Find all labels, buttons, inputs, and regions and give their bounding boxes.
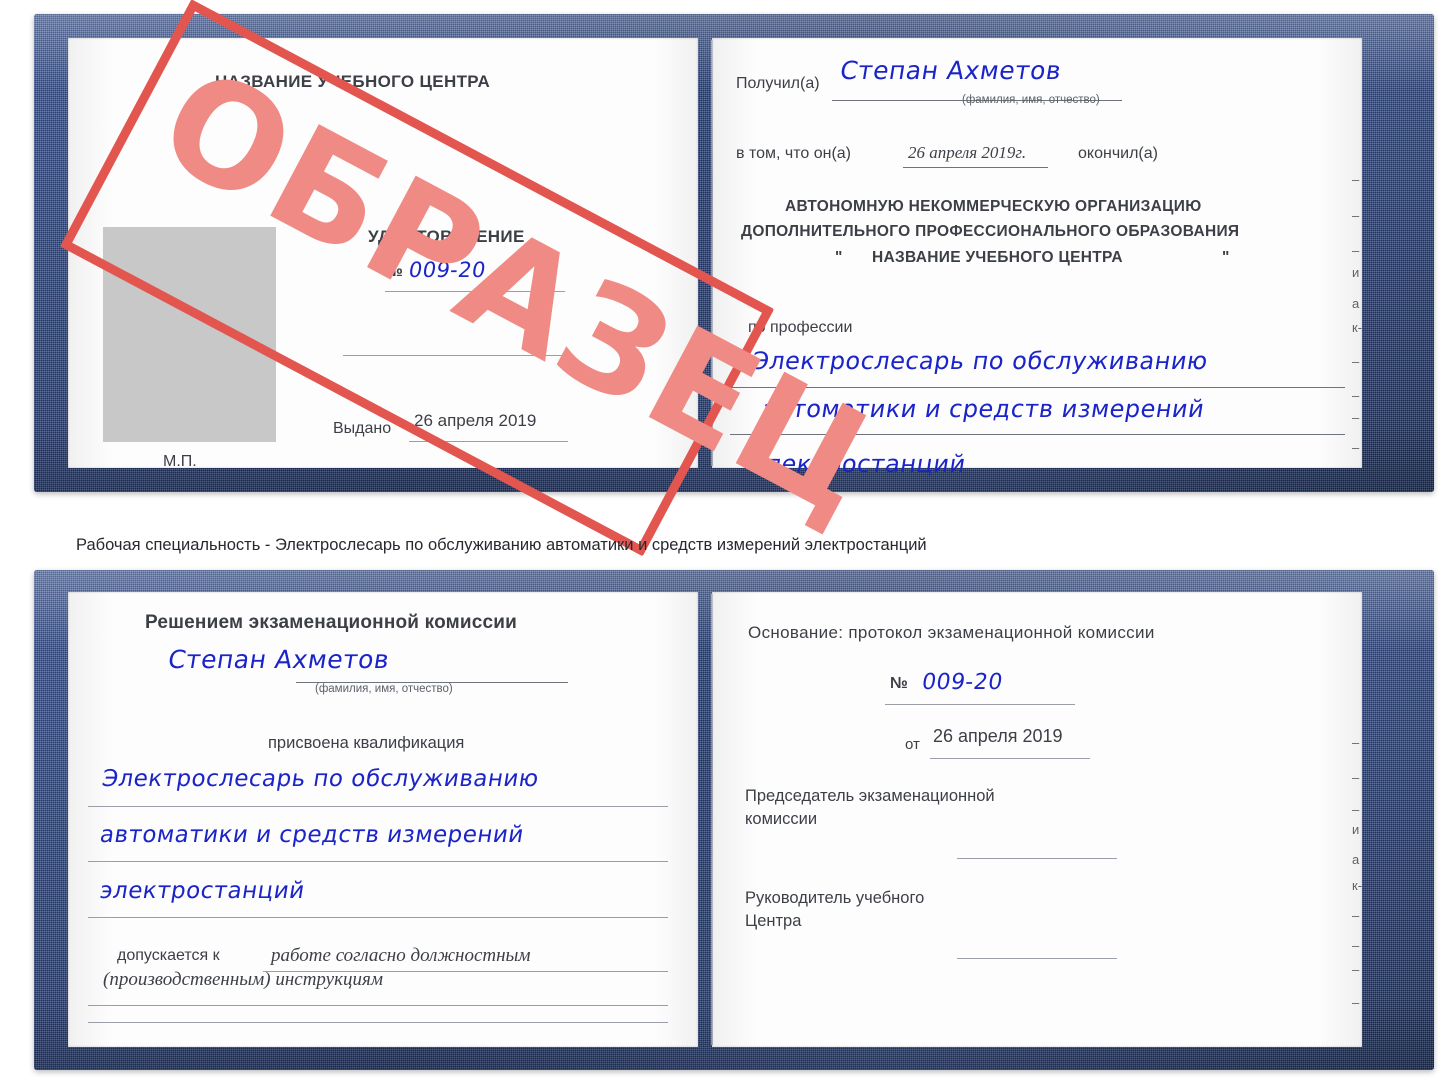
bleed-mark: –	[1352, 243, 1360, 258]
decision-title: Решением экзаменационной комиссии	[145, 612, 518, 633]
profession-line2: автоматики и средств измерений	[760, 395, 1207, 423]
org-quote-open: "	[835, 249, 843, 266]
issued-value: 26 апреля 2019	[414, 411, 537, 430]
photo-placeholder-top	[103, 227, 276, 442]
fio-hint-bottom: (фамилия, имя, отчество)	[315, 683, 453, 695]
basis-label: Основание: протокол экзаменационной коми…	[748, 623, 1155, 642]
chairman-signature-rule	[957, 858, 1117, 859]
certificate-bottom-spine	[711, 594, 713, 1045]
chairman-line1: Председатель экзаменационной	[745, 787, 995, 805]
profession-line1: Электрослесарь по обслуживанию	[750, 347, 1211, 375]
issued-rule	[409, 441, 568, 442]
qualification-line2: автоматики и средств измерений	[98, 822, 526, 848]
bleed-mark: –	[1352, 802, 1360, 817]
date-rule-bottom-right	[930, 758, 1090, 759]
bleed-mark: а	[1352, 852, 1360, 867]
certificate-top-spine	[711, 40, 713, 466]
qualification-rule3	[88, 917, 668, 918]
in-that-label: в том, что он(а)	[736, 145, 851, 162]
number-rule-top-left	[385, 291, 565, 292]
bleed-mark: –	[1352, 410, 1360, 425]
qualification-label: присвоена квалификация	[268, 734, 465, 752]
bleed-mark: –	[1352, 908, 1360, 923]
org-line2-top-right: ДОПОЛНИТЕЛЬНОГО ПРОФЕССИОНАЛЬНОГО ОБРАЗО…	[741, 223, 1240, 240]
profession-label: по профессии	[748, 319, 853, 336]
received-label: Получил(а)	[736, 75, 820, 92]
chairman-line2: комиссии	[745, 810, 818, 828]
bleed-mark: –	[1352, 354, 1360, 369]
bleed-mark: –	[1352, 735, 1360, 750]
bleed-mark: –	[1352, 962, 1360, 977]
blank-rule-top-left	[343, 355, 568, 356]
fio-hint-top: (фамилия, имя, отчество)	[962, 94, 1100, 106]
allowed-rule2	[88, 1005, 668, 1006]
qualification-line3: электростанций	[98, 878, 307, 904]
head-signature-rule	[957, 958, 1117, 959]
date-value-bottom-right: 26 апреля 2019	[933, 726, 1063, 746]
bleed-mark: –	[1352, 172, 1360, 187]
bleed-mark: –	[1352, 938, 1360, 953]
org-title-top-left: НАЗВАНИЕ УЧЕБНОГО ЦЕНТРА	[215, 72, 491, 91]
org-line1-top-right: АВТОНОМНУЮ НЕКОММЕРЧЕСКУЮ ОРГАНИЗАЦИЮ	[785, 198, 1202, 215]
issued-label: Выдано	[333, 420, 392, 437]
bleed-mark: –	[1352, 440, 1360, 455]
received-value: Степан Ахметов	[838, 56, 1064, 85]
allowed-rule3	[88, 1022, 668, 1023]
bleed-mark: к-	[1352, 878, 1363, 893]
bleed-mark: а	[1352, 296, 1360, 311]
in-that-value: 26 апреля 2019г.	[908, 143, 1027, 162]
number-value-bottom-right: 009-20	[920, 670, 1005, 695]
qualification-line1: Электрослесарь по обслуживанию	[100, 766, 541, 792]
number-value-top-left: 009-20	[407, 258, 488, 282]
head-line1: Руководитель учебного	[745, 889, 925, 907]
bleed-mark: –	[1352, 388, 1360, 403]
org-quote-close: "	[1222, 249, 1230, 266]
doc-type-label: УДОСТОВЕРЕНИЕ	[368, 227, 525, 246]
bleed-mark: и	[1352, 265, 1360, 280]
bleed-mark: –	[1352, 770, 1360, 785]
number-label-bottom-right: №	[890, 675, 908, 692]
profession-line3: электростанций	[750, 450, 968, 478]
qualification-rule2	[88, 861, 668, 862]
profession-rule1	[730, 387, 1345, 388]
qualification-rule1	[88, 806, 668, 807]
bleed-mark: –	[1352, 995, 1360, 1010]
allowed-label: допускается к	[117, 947, 220, 964]
allowed-value-line1: работе согласно должностным	[271, 945, 531, 966]
number-rule-bottom-right	[885, 704, 1075, 705]
allowed-value-line2: (производственным) инструкциям	[103, 969, 383, 990]
seal-label-top: М.П.	[163, 453, 197, 470]
date-label-bottom-right: от	[905, 736, 920, 753]
page-caption: Рабочая специальность - Электрослесарь п…	[76, 536, 927, 554]
bleed-mark: –	[1352, 208, 1360, 223]
bleed-mark: к-	[1352, 320, 1363, 335]
profession-rule2	[730, 434, 1345, 435]
bleed-mark: и	[1352, 822, 1360, 837]
number-label-top-left: №	[385, 263, 403, 280]
decision-name-value: Степан Ахметов	[166, 645, 392, 674]
head-line2: Центра	[745, 912, 802, 930]
org-line3-top-right: НАЗВАНИЕ УЧЕБНОГО ЦЕНТРА	[872, 249, 1123, 266]
finished-label: окончил(а)	[1078, 145, 1158, 162]
in-that-rule	[903, 167, 1048, 168]
